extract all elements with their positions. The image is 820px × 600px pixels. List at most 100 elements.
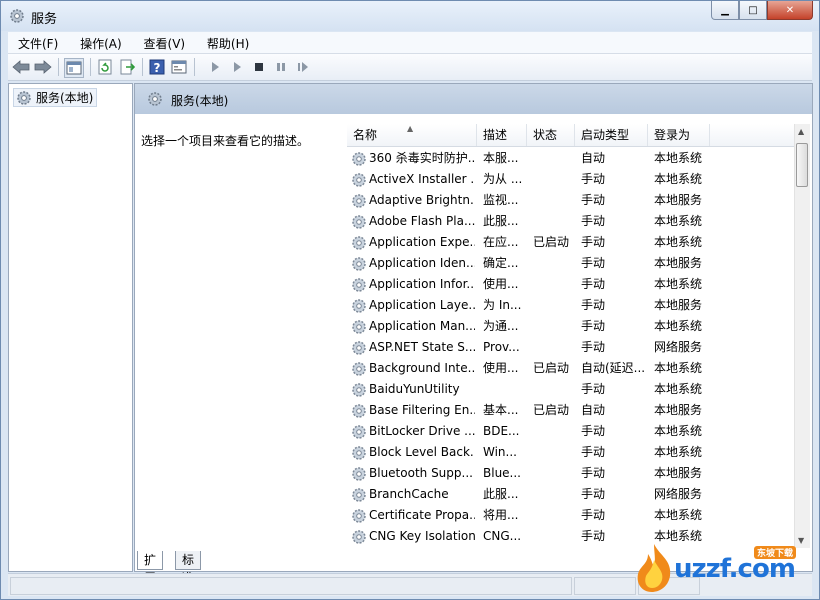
- menu-help[interactable]: 帮助(H): [197, 32, 257, 52]
- service-startup: 手动: [581, 424, 606, 438]
- service-status: [533, 463, 575, 484]
- service-startup: 手动: [581, 256, 606, 270]
- service-status: 已启动: [533, 403, 570, 417]
- service-gear-icon: [352, 362, 366, 376]
- service-desc: CNG...: [483, 529, 522, 543]
- back-arrow-icon[interactable]: [12, 58, 30, 76]
- service-name: 360 杀毒实时防护...: [369, 151, 475, 165]
- service-row[interactable]: Application Iden... 确定... 手动 本地服务: [347, 253, 794, 274]
- service-logon: 网络服务: [654, 487, 703, 501]
- service-row[interactable]: Application Man... 为通... 手动 本地系统: [347, 316, 794, 337]
- help-icon[interactable]: ?: [148, 58, 166, 76]
- window-title: 服务: [31, 12, 58, 27]
- pause-service-icon[interactable]: [272, 58, 290, 76]
- toolbar: ?: [8, 54, 812, 81]
- service-status: [533, 295, 575, 316]
- service-startup: 手动: [581, 193, 606, 207]
- service-row[interactable]: BranchCache 此服... 手动 网络服务: [347, 484, 794, 505]
- services-rows: 360 杀毒实时防护... 本服... 自动 本地系统 ActiveX Installe…: [347, 148, 794, 547]
- service-row[interactable]: Block Level Back... Win... 手动 本地系统: [347, 442, 794, 463]
- vertical-scrollbar[interactable]: ▲ ▼: [794, 124, 810, 548]
- service-startup: 手动: [581, 445, 606, 459]
- menu-view[interactable]: 查看(V): [134, 32, 194, 52]
- export-list-icon[interactable]: [118, 58, 136, 76]
- status-segment-1: [574, 577, 636, 595]
- service-desc: Win...: [483, 445, 517, 459]
- service-desc: 监视...: [483, 193, 519, 207]
- menu-action[interactable]: 操作(A): [70, 32, 130, 52]
- service-logon: 本地系统: [654, 319, 703, 333]
- service-startup: 手动: [581, 214, 606, 228]
- service-startup: 手动: [581, 487, 606, 501]
- service-row[interactable]: Base Filtering En... 基本... 已启动 自动 本地服务: [347, 400, 794, 421]
- service-name: Base Filtering En...: [369, 403, 475, 417]
- service-row[interactable]: ASP.NET State S... Prov... 手动 网络服务: [347, 337, 794, 358]
- sort-ascending-icon: ▲: [407, 124, 414, 133]
- console-tree-pane: 服务(本地): [8, 83, 133, 572]
- service-name: Background Inte...: [369, 361, 475, 375]
- watermark-text: uzzf.com: [674, 554, 796, 584]
- service-logon: 本地系统: [654, 382, 703, 396]
- tab-standard[interactable]: 标准: [175, 551, 202, 585]
- service-row[interactable]: Certificate Propa... 将用... 手动 本地系统: [347, 505, 794, 526]
- services-list: ▲ 名称 描述 状态 启动类型 登录为 360 杀毒实时防护... 本服... 自动…: [347, 124, 810, 548]
- resume-service-icon[interactable]: [294, 58, 312, 76]
- service-row[interactable]: BaiduYunUtility 手动 本地系统: [347, 379, 794, 400]
- stop-service-icon[interactable]: [250, 58, 268, 76]
- service-desc: 使用...: [483, 277, 519, 291]
- service-startup: 手动: [581, 508, 606, 522]
- column-header-row: ▲ 名称 描述 状态 启动类型 登录为: [347, 124, 794, 147]
- scroll-up-icon[interactable]: ▲: [798, 127, 804, 136]
- maximize-button[interactable]: □: [739, 1, 767, 20]
- service-name: BitLocker Drive ...: [369, 424, 475, 438]
- service-row[interactable]: Application Expe... 在应... 已启动 手动 本地系统: [347, 232, 794, 253]
- service-desc: Prov...: [483, 340, 520, 354]
- refresh-icon[interactable]: [96, 58, 114, 76]
- service-row[interactable]: Adaptive Brightn... 监视... 手动 本地服务: [347, 190, 794, 211]
- scrollbar-thumb[interactable]: [796, 143, 808, 187]
- service-row[interactable]: Background Inte... 使用... 已启动 自动(延迟... 本地系统: [347, 358, 794, 379]
- flame-logo-icon: [637, 544, 671, 592]
- column-header-status[interactable]: 状态: [527, 124, 575, 146]
- minimize-button[interactable]: ▁: [711, 1, 739, 20]
- service-status: 已启动: [533, 361, 570, 375]
- service-desc: 为 In...: [483, 298, 522, 312]
- service-gear-icon: [352, 320, 366, 334]
- service-startup: 手动: [581, 466, 606, 480]
- tree-item-services-local[interactable]: 服务(本地): [13, 88, 98, 107]
- service-logon: 本地系统: [654, 172, 703, 186]
- service-row[interactable]: ActiveX Installer ... 为从 ... 手动 本地系统: [347, 169, 794, 190]
- service-status: [533, 526, 575, 547]
- service-row[interactable]: Application Infor... 使用... 手动 本地系统: [347, 274, 794, 295]
- service-gear-icon: [352, 488, 366, 502]
- column-header-description[interactable]: 描述: [477, 124, 527, 146]
- service-desc: BDE...: [483, 424, 520, 438]
- column-header-name[interactable]: ▲ 名称: [347, 124, 477, 146]
- tab-extended[interactable]: 扩展: [137, 551, 164, 585]
- service-gear-icon: [352, 425, 366, 439]
- console-tree-icon[interactable]: [64, 58, 84, 78]
- service-startup: 自动: [581, 151, 606, 165]
- column-header-startup-type[interactable]: 启动类型: [575, 124, 648, 146]
- service-row[interactable]: Adobe Flash Pla... 此服... 手动 本地系统: [347, 211, 794, 232]
- close-button[interactable]: ✕: [767, 1, 813, 20]
- service-logon: 本地服务: [654, 466, 703, 480]
- service-row[interactable]: 360 杀毒实时防护... 本服... 自动 本地系统: [347, 148, 794, 169]
- service-row[interactable]: Application Laye... 为 In... 手动 本地服务: [347, 295, 794, 316]
- menu-file[interactable]: 文件(F): [8, 32, 66, 52]
- service-name: Application Expe...: [369, 235, 475, 249]
- service-name: ASP.NET State S...: [369, 340, 475, 354]
- service-name: Block Level Back...: [369, 445, 475, 459]
- forward-arrow-icon[interactable]: [34, 58, 52, 76]
- service-startup: 手动: [581, 277, 606, 291]
- start-service-icon[interactable]: [206, 58, 224, 76]
- column-header-logon-as[interactable]: 登录为: [648, 124, 710, 146]
- service-startup: 手动: [581, 382, 606, 396]
- start-service-alt-icon[interactable]: [228, 58, 246, 76]
- service-logon: 本地服务: [654, 403, 703, 417]
- service-row[interactable]: Bluetooth Supp... Blue... 手动 本地服务: [347, 463, 794, 484]
- service-logon: 本地系统: [654, 277, 703, 291]
- properties-icon[interactable]: [170, 58, 188, 76]
- service-row[interactable]: BitLocker Drive ... BDE... 手动 本地系统: [347, 421, 794, 442]
- service-gear-icon: [352, 530, 366, 544]
